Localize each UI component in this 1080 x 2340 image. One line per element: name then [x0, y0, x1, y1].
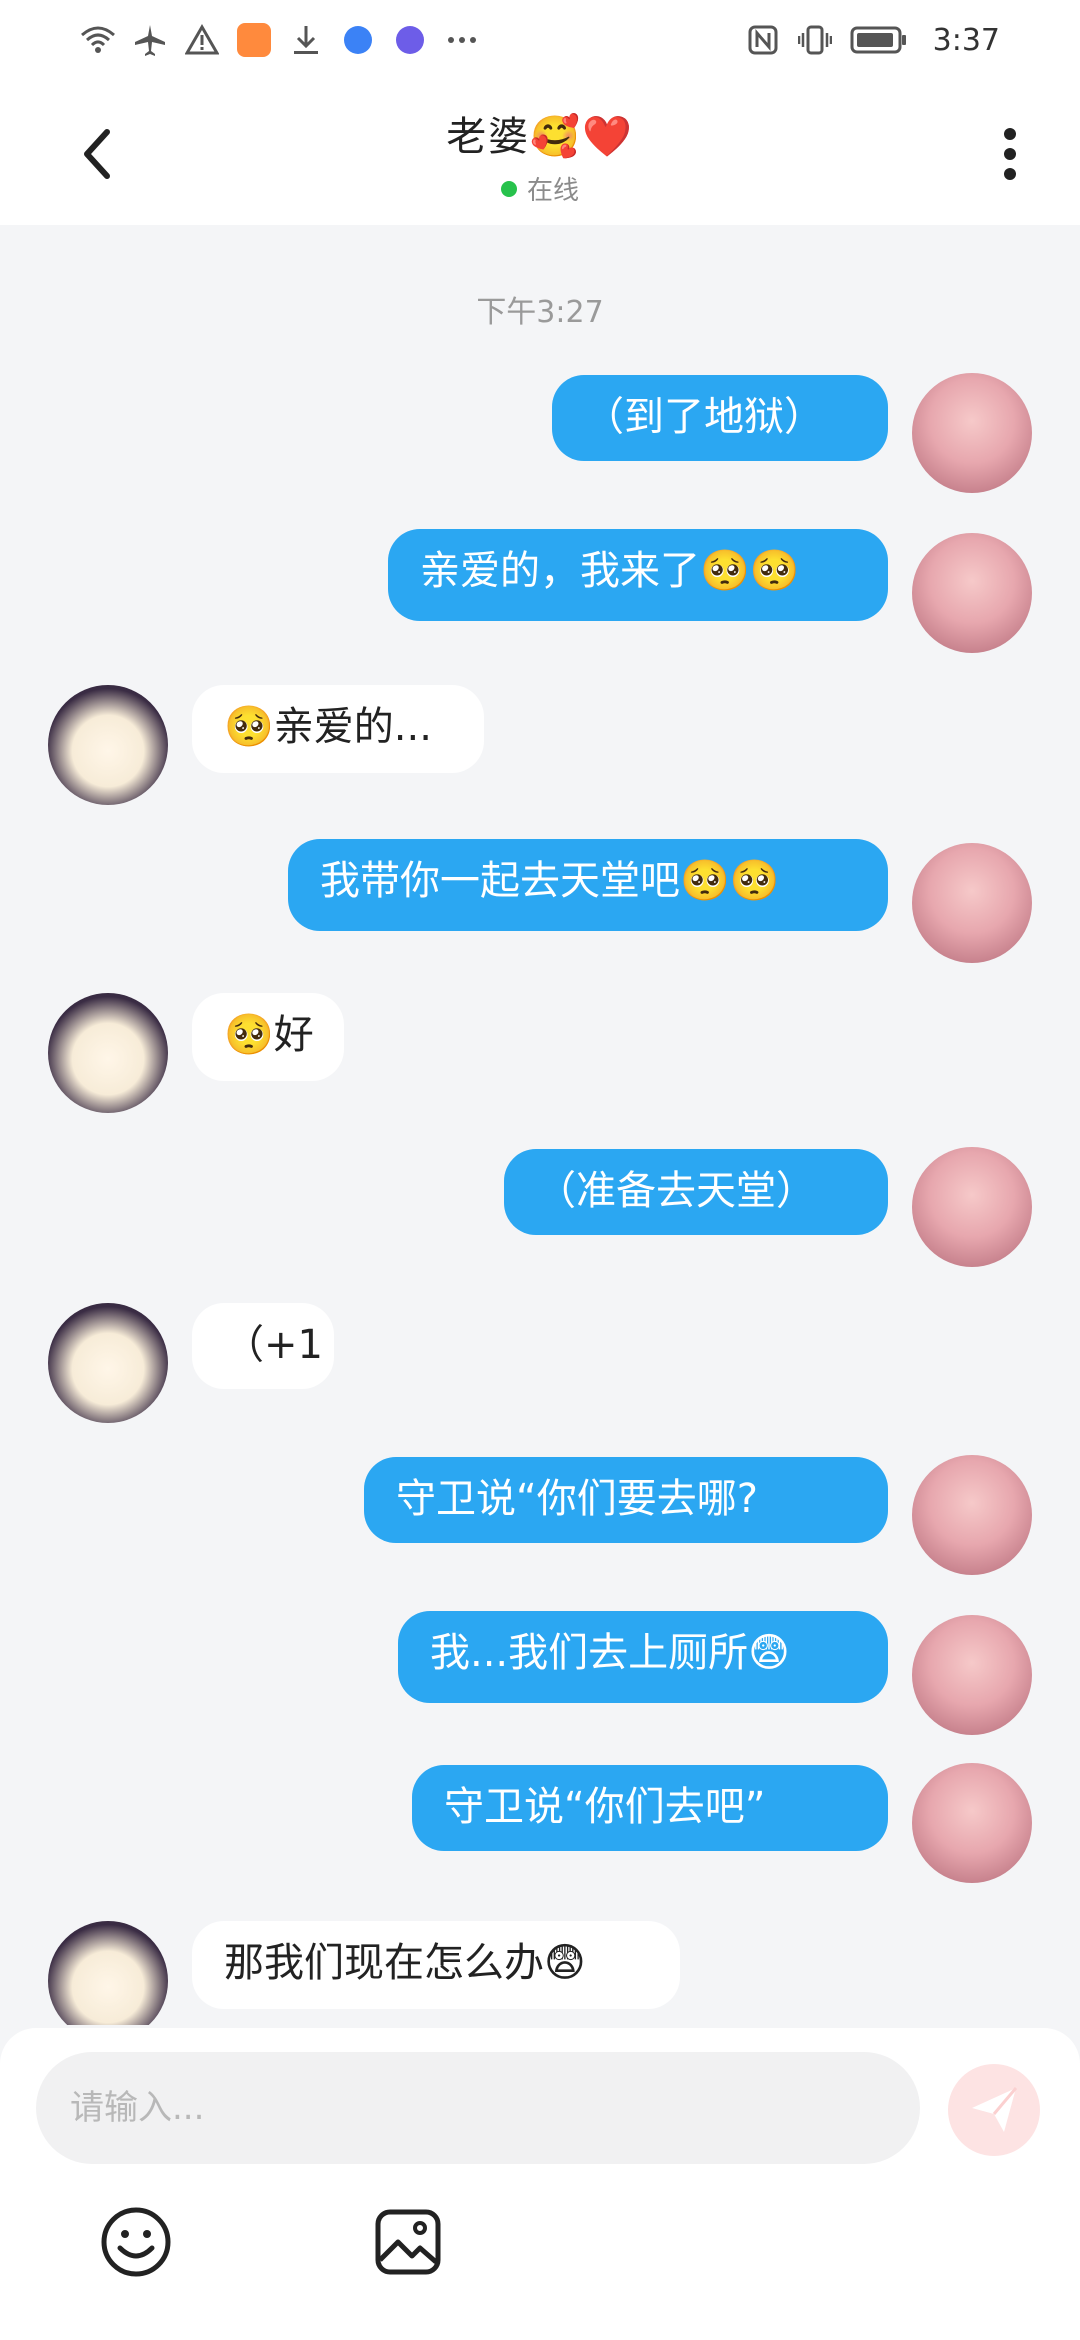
message-bubble-outgoing[interactable]: 守卫说“你们去吧” — [412, 1765, 888, 1851]
wifi-icon — [80, 22, 116, 58]
status-right-icons: 3:37 — [745, 22, 1000, 58]
battery-icon — [849, 22, 909, 58]
online-dot-icon — [500, 180, 517, 197]
message-bubble-outgoing[interactable]: （到了地狱） — [552, 375, 888, 461]
clock-time: 3:37 — [932, 22, 1000, 58]
avatar-me[interactable] — [912, 533, 1032, 653]
chat-timestamp: 下午3:27 — [476, 295, 604, 330]
message-bubble-incoming[interactable]: 那我们现在怎么办😨 — [192, 1921, 680, 2009]
status-left-icons — [80, 22, 480, 58]
image-icon — [375, 2209, 441, 2275]
title-block: 老婆🥰❤️ 在线 — [0, 104, 1080, 207]
more-dots-icon — [444, 22, 480, 58]
message-bubble-outgoing[interactable]: 我带你一起去天堂吧🥺🥺 — [288, 839, 888, 931]
message-bubble-outgoing[interactable]: 守卫说“你们要去哪? — [364, 1457, 888, 1543]
avatar-contact[interactable] — [48, 1921, 168, 2025]
vertical-dots-icon — [1004, 128, 1016, 180]
avatar-me[interactable] — [912, 373, 1032, 493]
avatar-me[interactable] — [912, 1147, 1032, 1267]
airplane-icon — [132, 22, 168, 58]
send-plane-icon — [972, 2087, 1018, 2132]
avatar-me[interactable] — [912, 1615, 1032, 1735]
message-list[interactable]: 下午3:27 （到了地狱） 亲爱的，我来了🥺🥺 🥺亲爱的... 我带你一起去天堂… — [0, 225, 1080, 2025]
send-button[interactable] — [948, 2064, 1040, 2156]
video-app-icon — [236, 22, 272, 58]
avatar-contact[interactable] — [48, 1303, 168, 1423]
message-bubble-outgoing[interactable]: 亲爱的，我来了🥺🥺 — [388, 529, 888, 621]
more-options-button[interactable] — [980, 114, 1040, 194]
avatar-me[interactable] — [912, 843, 1032, 963]
message-input-wrapper[interactable] — [36, 2052, 920, 2164]
message-bubble-outgoing[interactable]: （准备去天堂） — [504, 1149, 888, 1235]
chat-header: 老婆🥰❤️ 在线 — [0, 80, 1080, 225]
emoji-button[interactable] — [98, 2204, 174, 2280]
emoji-icon — [101, 2207, 171, 2277]
message-input[interactable] — [68, 2087, 888, 2129]
presence-label: 在线 — [526, 176, 579, 206]
presence-status: 在线 — [0, 170, 1080, 207]
warning-icon — [184, 22, 220, 58]
browser-icon — [340, 22, 376, 58]
download-icon — [288, 22, 324, 58]
message-bubble-outgoing[interactable]: 我...我们去上厕所😨 — [398, 1611, 888, 1703]
message-composer — [0, 2028, 1080, 2340]
image-button[interactable] — [370, 2204, 446, 2280]
vibrate-icon — [797, 22, 833, 58]
message-bubble-incoming[interactable]: （+1 — [192, 1303, 334, 1389]
avatar-me[interactable] — [912, 1455, 1032, 1575]
contact-name: 老婆🥰❤️ — [446, 114, 634, 160]
avatar-contact[interactable] — [48, 685, 168, 805]
message-bubble-incoming[interactable]: 🥺亲爱的... — [192, 685, 484, 773]
avatar-me[interactable] — [912, 1763, 1032, 1883]
avatar-contact[interactable] — [48, 993, 168, 1113]
nfc-icon — [745, 22, 781, 58]
status-bar: 3:37 — [0, 0, 1080, 80]
message-bubble-incoming[interactable]: 🥺好 — [192, 993, 344, 1081]
music-icon — [392, 22, 428, 58]
